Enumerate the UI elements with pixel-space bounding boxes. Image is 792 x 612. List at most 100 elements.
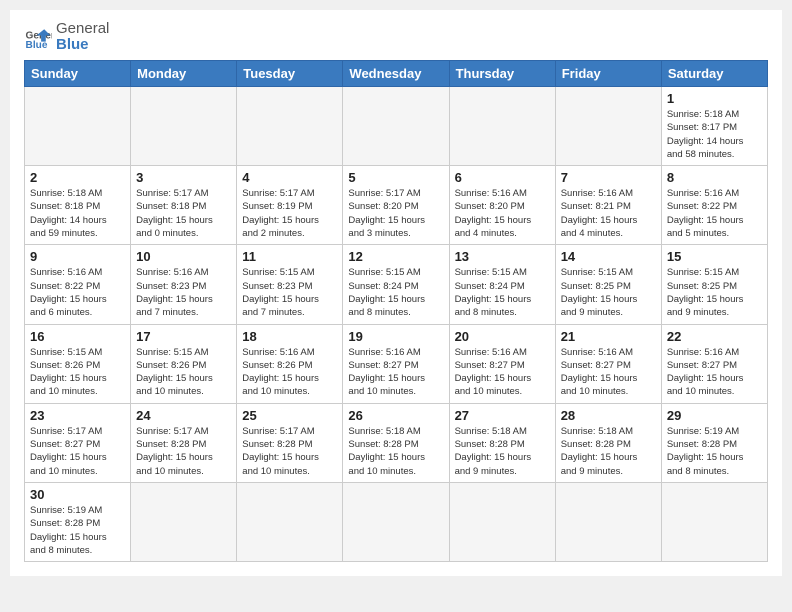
calendar-cell: 30 Sunrise: 5:19 AM Sunset: 8:28 PM Dayli… [25, 482, 131, 561]
day-number: 30 [30, 487, 125, 502]
day-info: Sunrise: 5:19 AM Sunset: 8:28 PM Dayligh… [30, 504, 125, 557]
day-number: 26 [348, 408, 443, 423]
day-number: 21 [561, 329, 656, 344]
day-number: 15 [667, 249, 762, 264]
calendar-cell: 13 Sunrise: 5:15 AM Sunset: 8:24 PM Dayli… [449, 245, 555, 324]
day-info: Sunrise: 5:18 AM Sunset: 8:28 PM Dayligh… [561, 425, 656, 478]
calendar-cell [661, 482, 767, 561]
logo: General Blue General Blue [24, 20, 109, 54]
calendar-cell: 26 Sunrise: 5:18 AM Sunset: 8:28 PM Dayli… [343, 403, 449, 482]
day-info: Sunrise: 5:16 AM Sunset: 8:26 PM Dayligh… [242, 346, 337, 399]
weekday-tuesday: Tuesday [237, 61, 343, 87]
weekday-saturday: Saturday [661, 61, 767, 87]
day-info: Sunrise: 5:15 AM Sunset: 8:26 PM Dayligh… [136, 346, 231, 399]
day-info: Sunrise: 5:17 AM Sunset: 8:20 PM Dayligh… [348, 187, 443, 240]
day-info: Sunrise: 5:19 AM Sunset: 8:28 PM Dayligh… [667, 425, 762, 478]
calendar-cell: 27Sunrise: 5:18 AM Sunset: 8:28 PM Dayli… [449, 403, 555, 482]
day-number: 17 [136, 329, 231, 344]
calendar-cell: 10Sunrise: 5:16 AM Sunset: 8:23 PM Dayli… [131, 245, 237, 324]
day-number: 2 [30, 170, 125, 185]
day-info: Sunrise: 5:17 AM Sunset: 8:18 PM Dayligh… [136, 187, 231, 240]
day-info: Sunrise: 5:16 AM Sunset: 8:27 PM Dayligh… [348, 346, 443, 399]
weekday-sunday: Sunday [25, 61, 131, 87]
calendar-cell [237, 482, 343, 561]
day-info: Sunrise: 5:16 AM Sunset: 8:23 PM Dayligh… [136, 266, 231, 319]
day-number: 18 [242, 329, 337, 344]
calendar-cell: 16 Sunrise: 5:15 AM Sunset: 8:26 PM Dayli… [25, 324, 131, 403]
day-info: Sunrise: 5:16 AM Sunset: 8:21 PM Dayligh… [561, 187, 656, 240]
day-info: Sunrise: 5:16 AM Sunset: 8:22 PM Dayligh… [667, 187, 762, 240]
day-number: 28 [561, 408, 656, 423]
calendar-cell: 12 Sunrise: 5:15 AM Sunset: 8:24 PM Dayli… [343, 245, 449, 324]
weekday-header-row: SundayMondayTuesdayWednesdayThursdayFrid… [25, 61, 768, 87]
calendar-cell: 29 Sunrise: 5:19 AM Sunset: 8:28 PM Dayli… [661, 403, 767, 482]
logo-blue-text: Blue [56, 36, 109, 54]
day-info: Sunrise: 5:15 AM Sunset: 8:24 PM Dayligh… [348, 266, 443, 319]
day-info: Sunrise: 5:15 AM Sunset: 8:24 PM Dayligh… [455, 266, 550, 319]
day-number: 7 [561, 170, 656, 185]
calendar-cell: 1Sunrise: 5:18 AM Sunset: 8:17 PM Daylig… [661, 87, 767, 166]
weekday-friday: Friday [555, 61, 661, 87]
calendar-cell: 20 Sunrise: 5:16 AM Sunset: 8:27 PM Dayli… [449, 324, 555, 403]
day-number: 3 [136, 170, 231, 185]
day-number: 22 [667, 329, 762, 344]
calendar-cell: 15Sunrise: 5:15 AM Sunset: 8:25 PM Dayli… [661, 245, 767, 324]
day-number: 20 [455, 329, 550, 344]
calendar-cell [25, 87, 131, 166]
weekday-thursday: Thursday [449, 61, 555, 87]
calendar-cell: 19 Sunrise: 5:16 AM Sunset: 8:27 PM Dayli… [343, 324, 449, 403]
day-number: 1 [667, 91, 762, 106]
calendar-cell: 6Sunrise: 5:16 AM Sunset: 8:20 PM Daylig… [449, 166, 555, 245]
day-info: Sunrise: 5:17 AM Sunset: 8:27 PM Dayligh… [30, 425, 125, 478]
day-number: 13 [455, 249, 550, 264]
day-number: 16 [30, 329, 125, 344]
calendar-cell [449, 87, 555, 166]
day-number: 12 [348, 249, 443, 264]
day-number: 5 [348, 170, 443, 185]
day-number: 4 [242, 170, 337, 185]
calendar-cell: 5 Sunrise: 5:17 AM Sunset: 8:20 PM Daylig… [343, 166, 449, 245]
weekday-monday: Monday [131, 61, 237, 87]
calendar-cell: 4Sunrise: 5:17 AM Sunset: 8:19 PM Daylig… [237, 166, 343, 245]
day-info: Sunrise: 5:16 AM Sunset: 8:27 PM Dayligh… [667, 346, 762, 399]
calendar-cell [343, 482, 449, 561]
calendar-table: SundayMondayTuesdayWednesdayThursdayFrid… [24, 60, 768, 562]
day-number: 19 [348, 329, 443, 344]
calendar-cell [131, 482, 237, 561]
calendar-cell: 17 Sunrise: 5:15 AM Sunset: 8:26 PM Dayli… [131, 324, 237, 403]
week-row-3: 16 Sunrise: 5:15 AM Sunset: 8:26 PM Dayli… [25, 324, 768, 403]
day-info: Sunrise: 5:18 AM Sunset: 8:18 PM Dayligh… [30, 187, 125, 240]
day-info: Sunrise: 5:15 AM Sunset: 8:23 PM Dayligh… [242, 266, 337, 319]
calendar-cell: 8 Sunrise: 5:16 AM Sunset: 8:22 PM Daylig… [661, 166, 767, 245]
calendar-cell [555, 87, 661, 166]
weekday-wednesday: Wednesday [343, 61, 449, 87]
calendar-cell [237, 87, 343, 166]
calendar-cell: 7 Sunrise: 5:16 AM Sunset: 8:21 PM Daylig… [555, 166, 661, 245]
day-info: Sunrise: 5:15 AM Sunset: 8:25 PM Dayligh… [561, 266, 656, 319]
week-row-0: 1Sunrise: 5:18 AM Sunset: 8:17 PM Daylig… [25, 87, 768, 166]
calendar-cell [343, 87, 449, 166]
day-info: Sunrise: 5:18 AM Sunset: 8:28 PM Dayligh… [348, 425, 443, 478]
day-number: 29 [667, 408, 762, 423]
day-info: Sunrise: 5:16 AM Sunset: 8:27 PM Dayligh… [455, 346, 550, 399]
day-number: 27 [455, 408, 550, 423]
day-info: Sunrise: 5:16 AM Sunset: 8:27 PM Dayligh… [561, 346, 656, 399]
calendar-cell: 18 Sunrise: 5:16 AM Sunset: 8:26 PM Dayli… [237, 324, 343, 403]
calendar-cell: 14Sunrise: 5:15 AM Sunset: 8:25 PM Dayli… [555, 245, 661, 324]
day-info: Sunrise: 5:17 AM Sunset: 8:28 PM Dayligh… [136, 425, 231, 478]
day-info: Sunrise: 5:15 AM Sunset: 8:26 PM Dayligh… [30, 346, 125, 399]
calendar-cell: 22 Sunrise: 5:16 AM Sunset: 8:27 PM Dayli… [661, 324, 767, 403]
calendar-cell: 21 Sunrise: 5:16 AM Sunset: 8:27 PM Dayli… [555, 324, 661, 403]
logo-icon: General Blue [24, 23, 52, 51]
calendar-cell: 2 Sunrise: 5:18 AM Sunset: 8:18 PM Daylig… [25, 166, 131, 245]
day-number: 24 [136, 408, 231, 423]
calendar-cell: 24 Sunrise: 5:17 AM Sunset: 8:28 PM Dayli… [131, 403, 237, 482]
day-info: Sunrise: 5:17 AM Sunset: 8:28 PM Dayligh… [242, 425, 337, 478]
day-number: 8 [667, 170, 762, 185]
day-info: Sunrise: 5:16 AM Sunset: 8:22 PM Dayligh… [30, 266, 125, 319]
calendar-page: General Blue General Blue SundayMondayTu… [10, 10, 782, 576]
calendar-cell: 11Sunrise: 5:15 AM Sunset: 8:23 PM Dayli… [237, 245, 343, 324]
calendar-cell: 3 Sunrise: 5:17 AM Sunset: 8:18 PM Daylig… [131, 166, 237, 245]
calendar-cell: 28 Sunrise: 5:18 AM Sunset: 8:28 PM Dayli… [555, 403, 661, 482]
day-number: 25 [242, 408, 337, 423]
